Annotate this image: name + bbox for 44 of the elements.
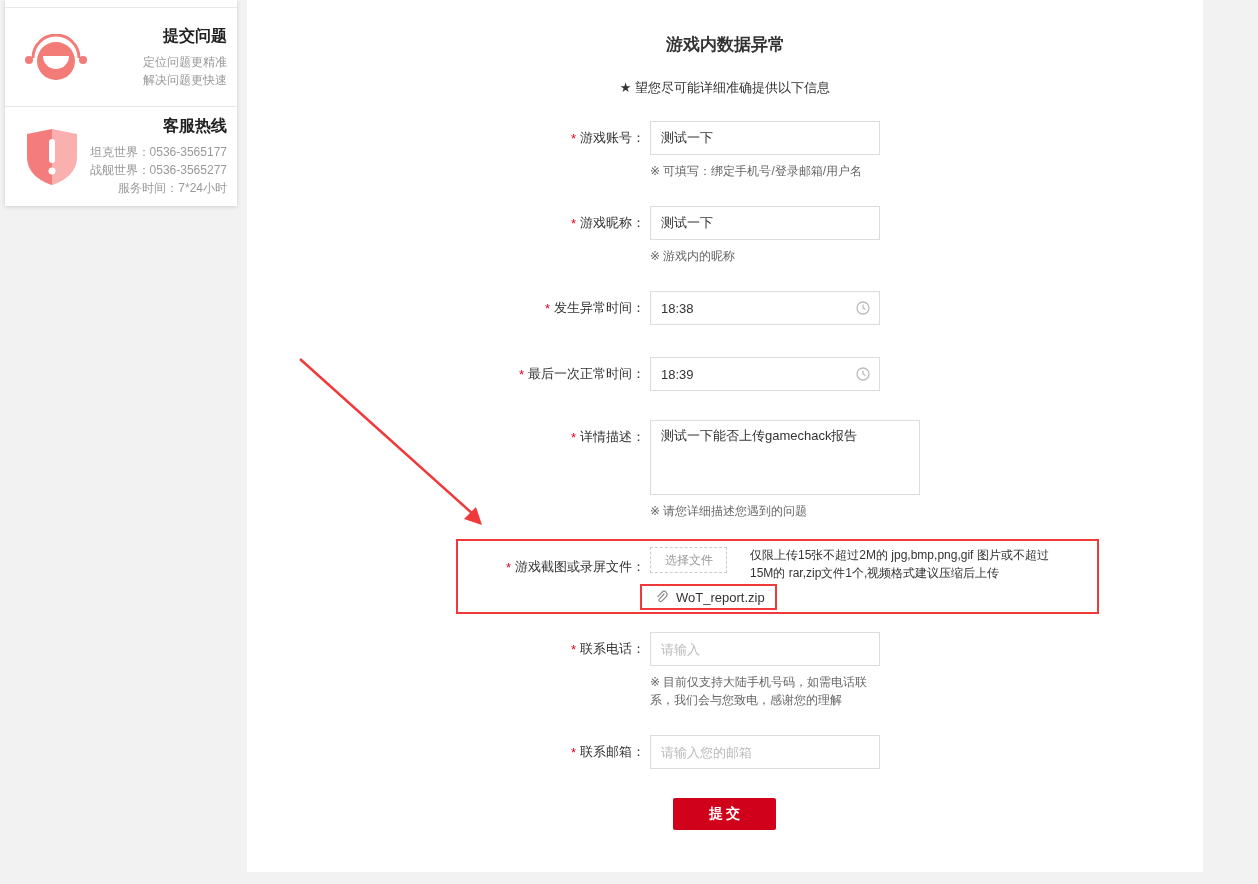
required-mark: * [570,215,576,231]
required-mark: * [570,130,576,146]
hint-text: ※ 目前仅支持大陆手机号码，如需电话联系，我们会与您致电，感谢您的理解 [650,674,869,709]
field-label: 发生异常时间： [554,299,645,317]
card-text: 解决问题更快速 [143,71,227,89]
card-text: 定位问题更精准 [143,53,227,71]
required-mark: * [518,366,524,382]
headset-icon [25,34,87,80]
clock-icon [856,301,870,315]
card-text: 战舰世界：0536-3565277 [89,162,227,179]
card-text: 服务时间：7*24小时 [117,180,227,197]
input-field[interactable]: 请输入 [650,632,880,666]
form-title: 游戏内数据异常 [664,34,786,56]
clock-icon [856,367,870,381]
notice-text: ★ 望您尽可能详细准确提供以下信息 [618,79,832,97]
field-label: 联系邮箱： [580,743,645,761]
text-area[interactable]: 测试一下能否上传gamechack报告 [650,420,920,495]
time-field[interactable]: 18:38 [650,291,880,325]
hint-text: ※ 游戏内的昵称 [650,248,737,265]
card-text: 坦克世界：0536-3565177 [89,144,227,161]
field-label: 联系电话： [580,640,645,658]
card-title: 客服热线 [162,116,227,136]
field-label: 详情描述： [580,428,645,446]
hint-text: ※ 可填写：绑定手机号/登录邮箱/用户名 [650,163,864,180]
input-field[interactable]: 测试一下 [650,206,880,240]
card-title: 提交问题 [161,25,227,46]
field-label: 游戏截图或录屏文件： [515,558,645,576]
required-mark: * [505,559,511,575]
paperclip-icon [656,590,668,604]
required-mark: * [570,641,576,657]
field-label: 游戏账号： [580,129,645,147]
input-field[interactable]: 测试一下 [650,121,880,155]
upload-note: 仅限上传15张不超过2M的 jpg,bmp,png,gif 图片或不超过15M的 rar,zip文件1个,视频格式建议压缩后上传 [750,547,1050,582]
field-label: 游戏昵称： [580,214,645,232]
required-mark: * [570,429,576,445]
required-mark: * [570,744,576,760]
shield-alert-icon [25,126,79,187]
file-chip[interactable]: WoT_report.zip [640,584,777,610]
input-field[interactable]: 请输入您的邮箱 [650,735,880,769]
required-mark: * [544,300,550,316]
submit-button[interactable]: 提 交 [673,798,776,830]
hint-text: ※ 请您详细描述您遇到的问题 [650,503,809,520]
field-label: 最后一次正常时间： [528,365,645,383]
time-field[interactable]: 18:39 [650,357,880,391]
